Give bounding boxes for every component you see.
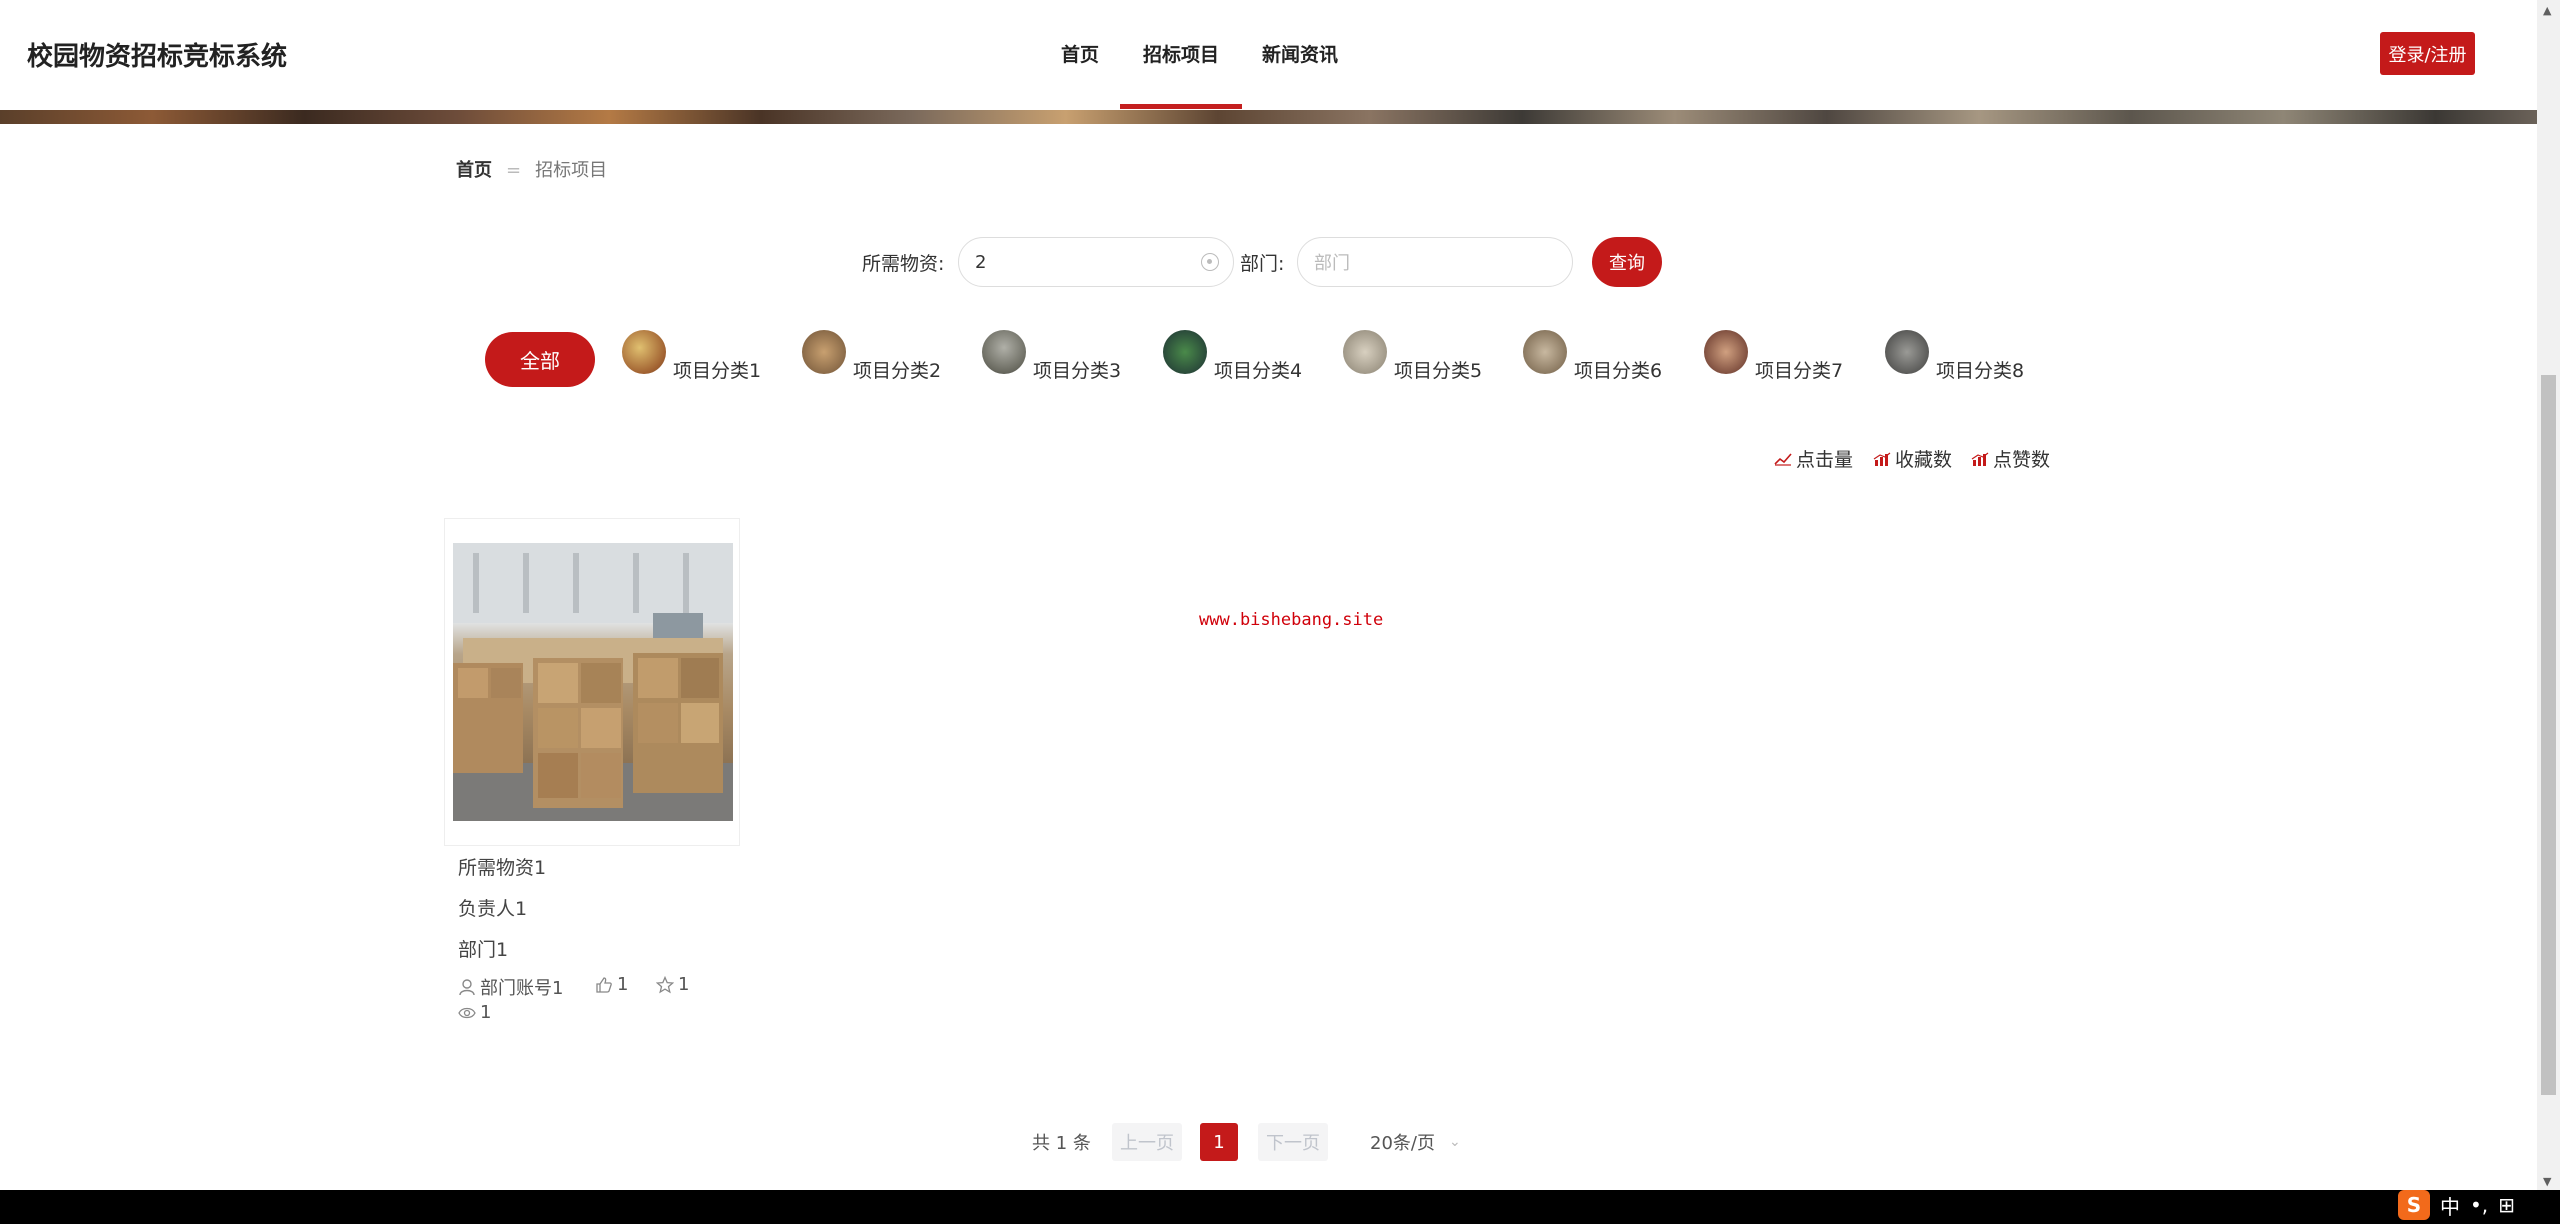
card-account-label: 部门账号1 <box>480 978 564 999</box>
category-label: 项目分类6 <box>1574 360 1663 382</box>
category-label: 项目分类1 <box>673 360 762 382</box>
dept-label: 部门: <box>1240 253 1285 275</box>
card-account: 部门账号1 <box>458 974 563 1000</box>
card-stars[interactable]: 1 <box>656 974 689 995</box>
category-label: 项目分类3 <box>1033 360 1122 382</box>
pagination-next-button[interactable]: 下一页 <box>1258 1123 1328 1161</box>
eye-icon <box>458 1007 476 1018</box>
query-button[interactable]: 查询 <box>1592 237 1662 287</box>
category-thumbnail <box>1163 330 1207 374</box>
category-thumbnail <box>1523 330 1567 374</box>
dept-search-input[interactable]: 部门 <box>1297 237 1573 287</box>
site-header: 校园物资招标竞标系统 首页 招标项目 新闻资讯 登录/注册 <box>0 0 2537 110</box>
card-dept: 部门1 <box>458 939 509 961</box>
breadcrumb-current: 招标项目 <box>535 160 608 181</box>
scroll-down-arrow-icon[interactable]: ▼ <box>2543 1175 2551 1188</box>
ime-punctuation-toggle[interactable]: •, <box>2470 1193 2488 1217</box>
ime-mode-icon[interactable]: ⊞ <box>2498 1193 2515 1217</box>
material-search-input[interactable]: 2 <box>958 237 1234 287</box>
pagination-prev-button[interactable]: 上一页 <box>1112 1123 1182 1161</box>
user-icon <box>459 979 475 996</box>
card-likes-count: 1 <box>617 974 629 995</box>
page-scrollbar[interactable]: ▲ ▼ <box>2537 0 2560 1190</box>
page-size-select[interactable]: 20条/页 ⌄ <box>1370 1123 1461 1161</box>
nav-active-indicator <box>1120 104 1242 109</box>
sort-likes-label: 点赞数 <box>1993 449 2051 471</box>
category-all-button[interactable]: 全部 <box>485 332 595 387</box>
pagination-current-page[interactable]: 1 <box>1200 1123 1238 1161</box>
card-owner: 负责人1 <box>458 898 528 920</box>
category-thumbnail <box>982 330 1026 374</box>
category-label: 项目分类4 <box>1214 360 1303 382</box>
category-thumbnail <box>1704 330 1748 374</box>
scrollbar-thumb[interactable] <box>2541 375 2556 1095</box>
card-stars-count: 1 <box>678 974 690 995</box>
trend-line-icon <box>1774 452 1792 466</box>
material-input-value: 2 <box>975 251 987 273</box>
card-views: 1 <box>458 1002 491 1023</box>
card-likes[interactable]: 1 <box>595 974 628 995</box>
watermark-text: www.bishebang.site <box>1199 610 1384 630</box>
category-label: 项目分类2 <box>853 360 942 382</box>
category-label: 项目分类7 <box>1755 360 1844 382</box>
breadcrumb-home[interactable]: 首页 <box>456 160 492 181</box>
category-label: 项目分类8 <box>1936 360 2025 382</box>
login-register-button[interactable]: 登录/注册 <box>2380 32 2475 75</box>
star-icon <box>656 975 674 993</box>
sort-favorites-label: 收藏数 <box>1895 449 1953 471</box>
banner-image-strip <box>0 110 2537 124</box>
nav-item-projects[interactable]: 招标项目 <box>1143 40 1219 67</box>
sogou-ime-icon[interactable]: S <box>2398 1190 2430 1220</box>
warehouse-boxes-image <box>453 543 733 821</box>
category-thumbnail <box>622 330 666 374</box>
breadcrumb-separator: = <box>506 160 522 181</box>
sort-by-favorites[interactable]: 收藏数 <box>1873 445 1952 472</box>
material-label: 所需物资: <box>862 253 945 275</box>
page-size-value: 20条/页 <box>1370 1133 1435 1154</box>
sort-by-likes[interactable]: 点赞数 <box>1971 445 2050 472</box>
clear-icon[interactable] <box>1201 253 1219 271</box>
page: 校园物资招标竞标系统 首页 招标项目 新闻资讯 登录/注册 ▲ ▼ 首页 = 招标项… <box>0 0 2560 1224</box>
nav-item-home[interactable]: 首页 <box>1061 40 1099 67</box>
card-material: 所需物资1 <box>458 857 547 879</box>
sort-by-clicks[interactable]: 点击量 <box>1774 445 1853 472</box>
bar-chart-icon <box>1873 452 1891 466</box>
dept-input-placeholder: 部门 <box>1314 253 1350 274</box>
os-taskbar <box>0 1190 2560 1224</box>
ime-toolbar[interactable]: S 中 •, ⊞ <box>2398 1188 2515 1222</box>
site-logo: 校园物资招标竞标系统 <box>27 42 288 72</box>
card-views-count: 1 <box>480 1002 492 1023</box>
bar-chart-icon <box>1971 452 1989 466</box>
scroll-up-arrow-icon[interactable]: ▲ <box>2543 4 2551 17</box>
sort-clicks-label: 点击量 <box>1796 449 1854 471</box>
project-image[interactable] <box>453 543 733 821</box>
breadcrumb: 首页 = 招标项目 <box>456 156 607 182</box>
pagination-total: 共 1 条 <box>1032 1133 1091 1154</box>
ime-language-toggle[interactable]: 中 <box>2440 1191 2460 1220</box>
category-thumbnail <box>1343 330 1387 374</box>
category-thumbnail <box>802 330 846 374</box>
thumbs-up-icon <box>596 976 612 993</box>
category-label: 项目分类5 <box>1394 360 1483 382</box>
nav-item-news[interactable]: 新闻资讯 <box>1262 40 1338 67</box>
category-thumbnail <box>1885 330 1929 374</box>
chevron-down-icon: ⌄ <box>1448 1134 1461 1150</box>
project-card[interactable] <box>444 518 740 846</box>
